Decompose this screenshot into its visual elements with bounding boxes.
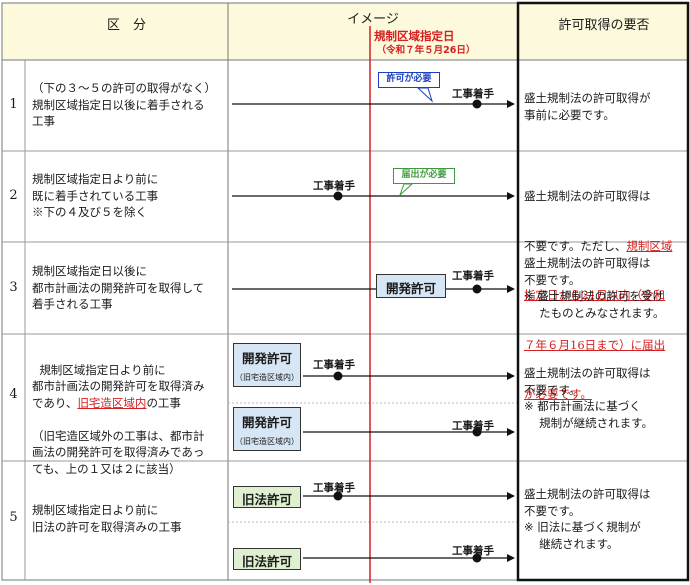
row-category-text: 規制区域指定日より前に 旧法の許可を取得済みの工事 [32, 503, 182, 534]
row-number: 1 [9, 97, 18, 112]
permit-development-box: 開発許可 [376, 274, 446, 298]
start-dot [333, 371, 343, 381]
callout-permit-required: 許可が必要 [378, 72, 440, 88]
header-requirement: 許可取得の要否 [558, 18, 650, 33]
callout-notification-required: 届出が必要 [393, 168, 455, 184]
header-image: イメージ [347, 12, 399, 27]
req-highlight: 規制区域 [626, 238, 673, 253]
start-label: 工事着手 [452, 270, 494, 282]
permit-old-law-box: 旧法許可 [233, 486, 301, 508]
start-label: 工事着手 [452, 420, 494, 432]
start-label: 工事着手 [313, 180, 355, 192]
requirement-text: 盛土規制法の許可取得は 不要です。 ※ 旧法に基づく規制が 継続されます。 [524, 487, 651, 551]
row-number: 5 [9, 510, 18, 525]
row-number: 2 [9, 188, 18, 203]
designation-date: （令和７年５月26日） [376, 45, 476, 56]
row-category-text: 規制区域指定日より前に 既に着手されている工事 ※下の４及び５を除く [32, 172, 159, 219]
start-label: 工事着手 [313, 482, 355, 494]
req-highlight: ７年６月16日まで）に届出 [524, 337, 666, 352]
row-category-text: （下の３～５の許可の取得がなく） 規制区域指定日以後に着手される 工事 [32, 81, 216, 128]
permit-old-law-box: 旧法許可 [233, 548, 301, 570]
start-label: 工事着手 [452, 545, 494, 557]
header-category: 区 分 [106, 18, 146, 33]
start-label: 工事着手 [452, 88, 494, 100]
old-district-highlight: 旧宅造区域内 [77, 395, 147, 410]
row-number: 3 [9, 280, 18, 295]
permit-development-box: 開発許可 （旧宅造区域内） [233, 343, 301, 387]
row-number: 4 [9, 387, 18, 402]
requirement-text: 盛土規制法の許可取得は 不要です。 ※ 盛土規制法の許可を受け たものとみなされ… [524, 256, 665, 320]
start-dot [472, 284, 482, 294]
row-category-text: 規制区域指定日以後に 都市計画法の開発許可を取得して 着手される工事 [32, 264, 205, 311]
permit-development-box: 開発許可 （旧宅造区域内） [233, 407, 301, 451]
start-label: 工事着手 [313, 359, 355, 371]
row-category-text: 規制区域指定日より前に 都市計画法の開発許可を取得済み であり、旧宅造区域内の工… [32, 362, 205, 476]
req-line: 盛土規制法の許可取得は [524, 189, 651, 203]
req-line: 不要です。ただし、規制区域 [524, 238, 673, 253]
requirement-text: 盛土規制法の許可取得が 事前に必要です。 [524, 91, 651, 122]
requirement-text: 盛土規制法の許可取得は 不要です。 ※ 都市計画法に基づく 規制が継続されます。 [524, 366, 654, 430]
